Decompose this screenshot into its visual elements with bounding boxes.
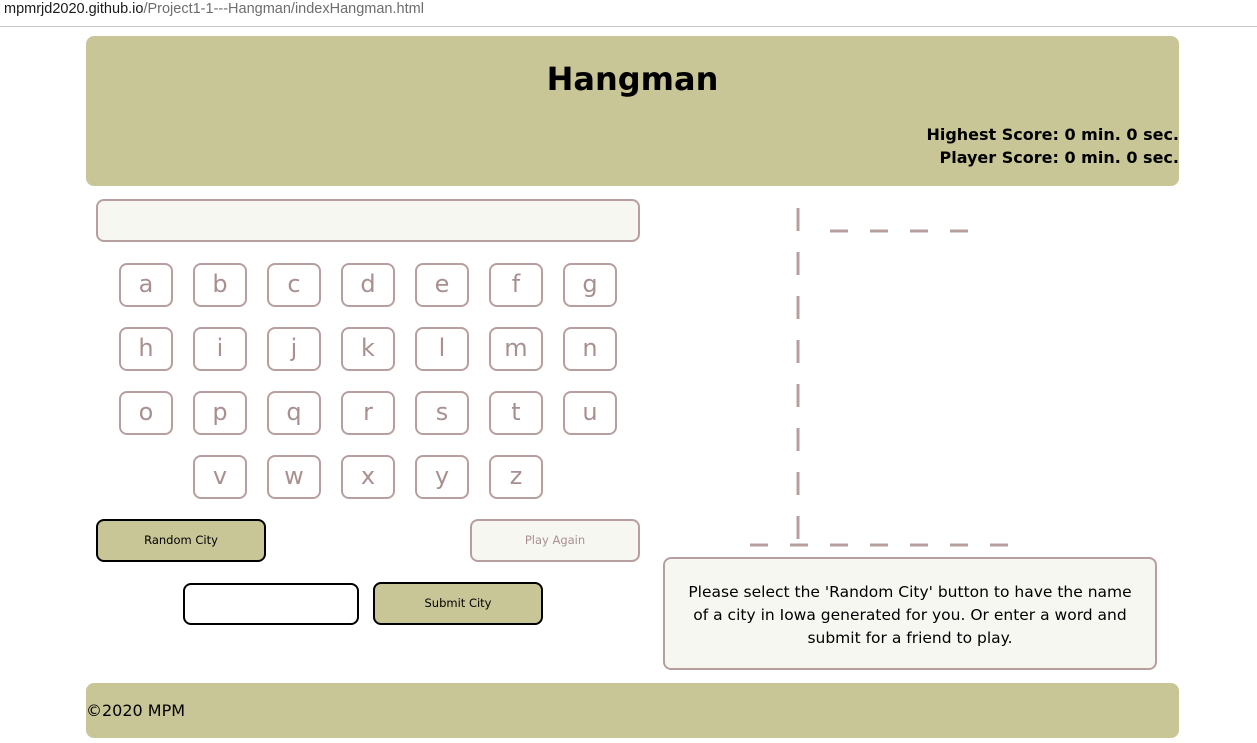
highest-score: Highest Score: 0 min. 0 sec. — [926, 125, 1179, 144]
letter-key-h[interactable]: h — [119, 327, 173, 371]
letter-key-j[interactable]: j — [267, 327, 321, 371]
submit-city-button[interactable]: Submit City — [373, 582, 543, 625]
letter-key-r[interactable]: r — [341, 391, 395, 435]
address-bar[interactable]: mpmrjd2020.github.io/Project1-1---Hangma… — [0, 0, 1257, 27]
letter-key-t[interactable]: t — [489, 391, 543, 435]
letter-key-d[interactable]: d — [341, 263, 395, 307]
header: Hangman Highest Score: 0 min. 0 sec. Pla… — [86, 36, 1179, 186]
letter-key-i[interactable]: i — [193, 327, 247, 371]
copyright-text: ©2020 MPM — [86, 701, 186, 720]
instructions-message: Please select the 'Random City' button t… — [663, 557, 1157, 670]
letter-key-z[interactable]: z — [489, 455, 543, 499]
letter-key-u[interactable]: u — [563, 391, 617, 435]
letter-key-g[interactable]: g — [563, 263, 617, 307]
letter-key-e[interactable]: e — [415, 263, 469, 307]
play-again-button[interactable]: Play Again — [470, 519, 640, 562]
letter-key-x[interactable]: x — [341, 455, 395, 499]
letter-key-v[interactable]: v — [193, 455, 247, 499]
letter-key-y[interactable]: y — [415, 455, 469, 499]
letter-key-b[interactable]: b — [193, 263, 247, 307]
gallows-drawing — [750, 208, 1010, 547]
letter-key-s[interactable]: s — [415, 391, 469, 435]
letter-key-n[interactable]: n — [563, 327, 617, 371]
letter-key-m[interactable]: m — [489, 327, 543, 371]
city-input[interactable] — [183, 583, 359, 625]
letter-key-a[interactable]: a — [119, 263, 173, 307]
url-path: /Project1-1---Hangman/indexHangman.html — [143, 1, 424, 17]
random-city-button[interactable]: Random City — [96, 519, 266, 562]
url-host: mpmrjd2020.github.io — [4, 1, 144, 17]
letter-key-p[interactable]: p — [193, 391, 247, 435]
letter-key-l[interactable]: l — [415, 327, 469, 371]
guessed-word-display — [96, 199, 640, 242]
footer: ©2020 MPM — [86, 683, 1179, 738]
letter-key-c[interactable]: c — [267, 263, 321, 307]
letter-key-f[interactable]: f — [489, 263, 543, 307]
page-title: Hangman — [546, 60, 719, 98]
letter-key-w[interactable]: w — [267, 455, 321, 499]
letter-key-q[interactable]: q — [267, 391, 321, 435]
player-score: Player Score: 0 min. 0 sec. — [939, 148, 1179, 167]
letter-key-k[interactable]: k — [341, 327, 395, 371]
letter-key-o[interactable]: o — [119, 391, 173, 435]
